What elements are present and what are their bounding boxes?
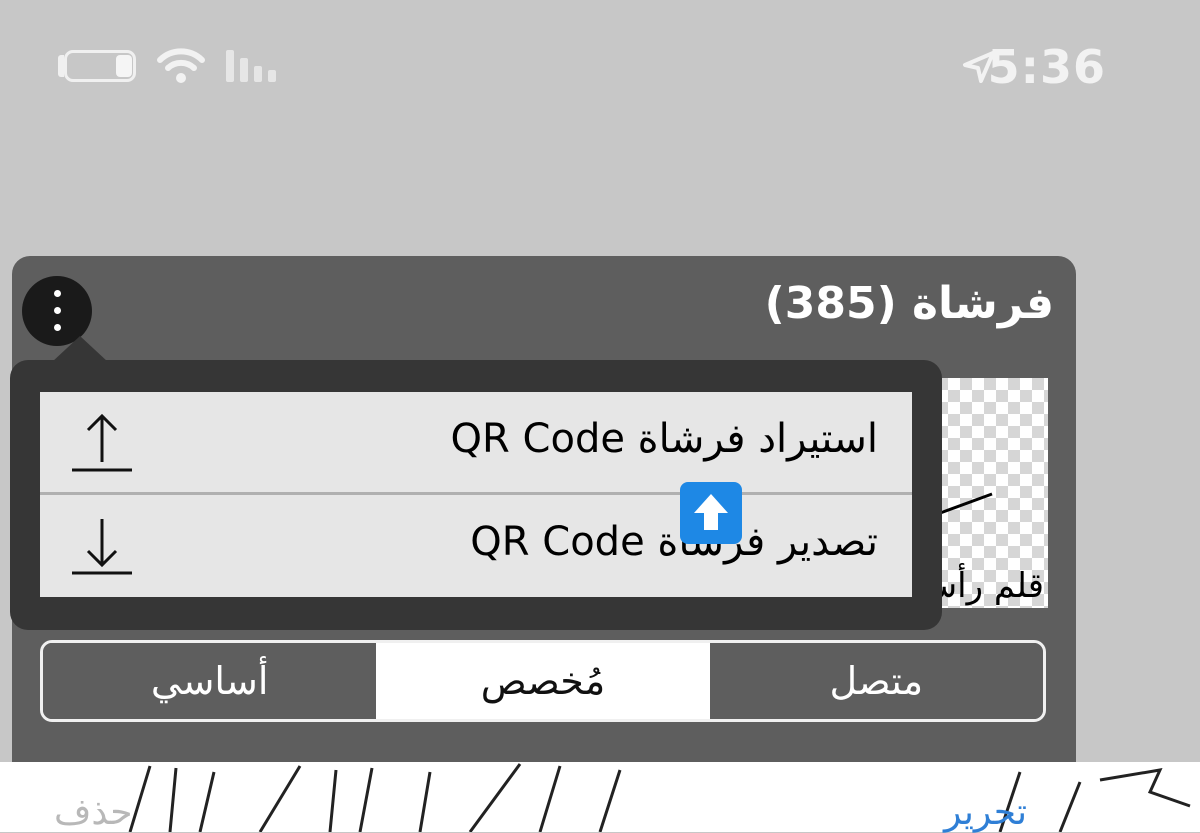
tab-basic[interactable]: أساسي [43, 643, 377, 719]
more-dot [54, 290, 61, 297]
edit-button[interactable]: تحرير [944, 792, 1027, 833]
download-icon [72, 519, 132, 575]
tab-online[interactable]: متصل [709, 643, 1043, 719]
panel-title: فرشاة (385) [764, 278, 1054, 329]
arrow-up-icon [694, 494, 728, 530]
more-dot [54, 324, 61, 331]
battery-level [116, 55, 132, 77]
popover-arrow [52, 336, 108, 362]
export-qr-brush-label: تصدير فرشاة QR Code [470, 519, 878, 565]
status-bar: 5:36 [0, 0, 1200, 130]
delete-button[interactable]: حذف [54, 792, 132, 833]
export-qr-brush-item[interactable]: تصدير فرشاة QR Code [40, 495, 912, 597]
brush-category-tabs: أساسي مُخصص متصل [40, 640, 1046, 722]
import-qr-brush-label: استيراد فرشاة QR Code [450, 416, 878, 462]
wifi-icon [157, 48, 205, 83]
upload-icon [72, 413, 132, 472]
drag-upload-badge [680, 482, 742, 544]
tab-custom[interactable]: مُخصص [376, 643, 710, 719]
more-dot [54, 307, 61, 314]
signal-icon [226, 50, 276, 82]
import-qr-brush-item[interactable]: استيراد فرشاة QR Code [40, 392, 912, 494]
clock: 5:36 [987, 40, 1106, 94]
